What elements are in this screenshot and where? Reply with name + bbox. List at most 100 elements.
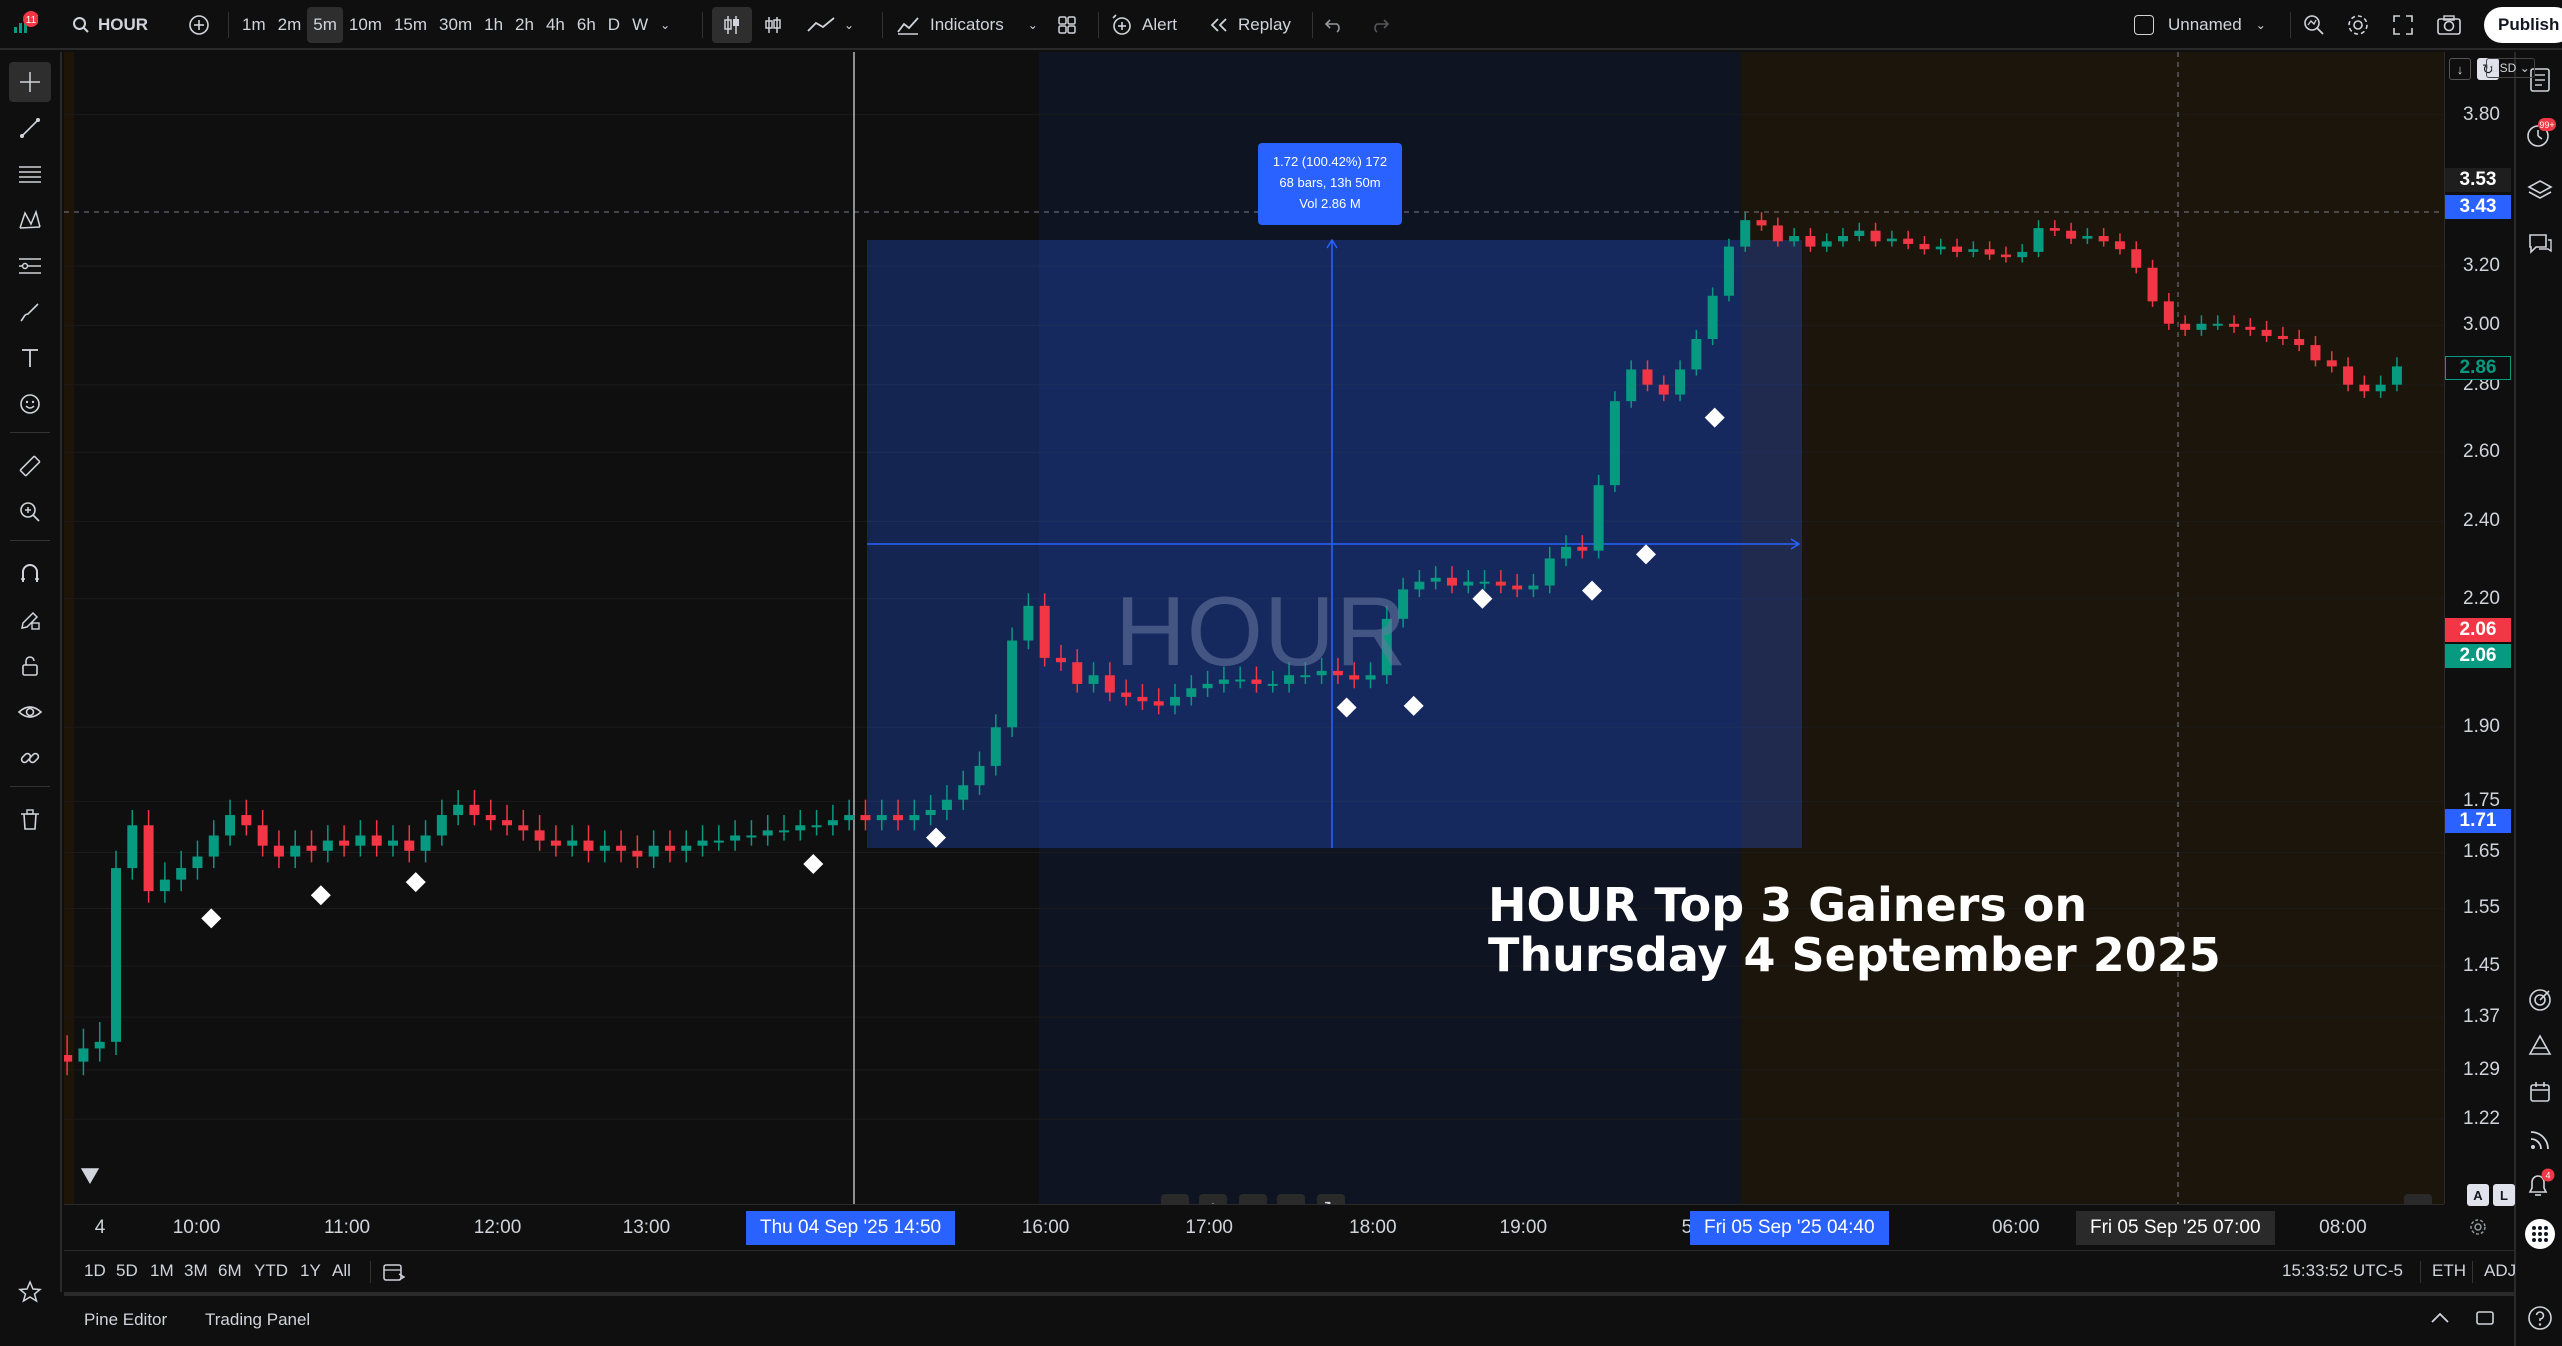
interval-1m[interactable]: 1m — [236, 7, 272, 43]
interval-dropdown-chevron-icon[interactable]: ⌄ — [654, 7, 676, 43]
log-scale-button[interactable]: L — [2493, 1184, 2515, 1206]
interval-4h[interactable]: 4h — [540, 7, 571, 43]
icon-tool[interactable] — [9, 384, 51, 424]
forecast-tool[interactable] — [9, 246, 51, 286]
price-label: 2.06 — [2445, 644, 2511, 669]
currency-selector[interactable]: USD ⌄ — [2486, 58, 2535, 78]
price-tick: 3.00 — [2463, 314, 2500, 336]
trend-line-tool[interactable] — [9, 108, 51, 148]
news-button[interactable] — [2522, 1122, 2558, 1158]
hide-drawings[interactable] — [9, 692, 51, 732]
range-3m[interactable]: 3M — [184, 1261, 208, 1281]
tv-logo-icon: ⯆ — [78, 1161, 102, 1194]
session-button[interactable]: ETH — [2432, 1261, 2466, 1281]
adjust-data-button[interactable]: ADJ — [2484, 1261, 2516, 1281]
alerts-clock-button[interactable]: 99+ — [2522, 116, 2558, 152]
clock-timezone[interactable]: 15:33:52 UTC-5 — [2282, 1261, 2403, 1281]
interval-w[interactable]: W — [626, 7, 654, 43]
go-to-date-button[interactable] — [382, 1261, 406, 1288]
snapshot-button[interactable] — [2436, 0, 2462, 50]
candle-body — [518, 825, 529, 831]
interval-15m[interactable]: 15m — [388, 7, 433, 43]
range-1d[interactable]: 1D — [84, 1261, 106, 1281]
pine-screener-button[interactable] — [2522, 1028, 2558, 1064]
crosshair-tool[interactable] — [9, 62, 51, 102]
measure-tool[interactable] — [9, 446, 51, 486]
magnet-tool[interactable] — [9, 554, 51, 594]
interval-30m[interactable]: 30m — [433, 7, 478, 43]
notifications-button[interactable]: 4 — [2522, 1166, 2558, 1202]
object-tree-button[interactable] — [2522, 172, 2558, 208]
collapse-panel-button[interactable] — [2428, 1308, 2452, 1333]
interval-10m[interactable]: 10m — [343, 7, 388, 43]
chart-type-candles-button[interactable] — [712, 0, 752, 50]
chart-type-line-button[interactable]: ⌄ — [806, 0, 854, 50]
fullscreen-button[interactable] — [2392, 0, 2414, 50]
chart-type-bars-button[interactable] — [762, 0, 784, 50]
range-6m[interactable]: 6M — [218, 1261, 242, 1281]
interval-5m[interactable]: 5m — [307, 7, 343, 43]
range-5d[interactable]: 5D — [116, 1261, 138, 1281]
settings-button[interactable] — [2346, 0, 2370, 50]
eye-icon — [17, 706, 43, 718]
layout-name-button[interactable]: Unnamed ⌄ — [2134, 0, 2266, 50]
range-ytd[interactable]: YTD — [254, 1261, 288, 1281]
candle-body — [1691, 338, 1702, 370]
calendar-button[interactable] — [2522, 1074, 2558, 1110]
candle-body — [1495, 581, 1506, 586]
lock-icon — [22, 656, 38, 676]
drawing-toolbar — [0, 52, 62, 1303]
pattern-tool[interactable] — [9, 200, 51, 240]
layouts-button[interactable] — [1056, 0, 1078, 50]
chats-button[interactable] — [2522, 226, 2558, 262]
account-button[interactable]: 11 — [8, 0, 38, 50]
products-button[interactable] — [2522, 1216, 2558, 1252]
text-tool[interactable] — [9, 338, 51, 378]
download-arrow-icon[interactable]: ↓ — [2449, 58, 2471, 80]
time-scale[interactable]: 4 10:00 11:00 12:00 13:00 16:00 17:00 18:00 19:0… — [64, 1204, 2486, 1250]
alert-button[interactable]: Alert — [1110, 0, 1177, 50]
favorites-tool[interactable] — [9, 1272, 51, 1312]
currency-label: USD — [2491, 61, 2517, 75]
undo-button[interactable] — [1324, 0, 1344, 50]
auto-scale-button[interactable]: A — [2467, 1184, 2489, 1206]
screener-button[interactable] — [2522, 982, 2558, 1018]
interval-2h[interactable]: 2h — [509, 7, 540, 43]
bell-badge-icon: 4 — [2528, 1168, 2555, 1196]
pine-editor-tab[interactable]: Pine Editor — [84, 1310, 167, 1330]
candle-body — [420, 835, 431, 851]
publish-button[interactable]: Publish — [2484, 7, 2562, 43]
candle-body — [1561, 546, 1572, 559]
redo-button[interactable] — [1370, 0, 1390, 50]
sync-drawings[interactable] — [9, 738, 51, 778]
trading-panel-tab[interactable]: Trading Panel — [205, 1310, 310, 1330]
title-line-1: HOUR Top 3 Gainers on — [1488, 878, 2088, 932]
symbol-search[interactable]: HOUR — [72, 0, 148, 50]
candle-body — [876, 815, 887, 821]
brush-tool[interactable] — [9, 292, 51, 332]
interval-6h[interactable]: 6h — [571, 7, 602, 43]
range-all[interactable]: All — [332, 1261, 351, 1281]
fib-tool[interactable] — [9, 154, 51, 194]
indicators-chevron-icon[interactable]: ⌄ — [1028, 18, 1038, 32]
range-1m[interactable]: 1M — [150, 1261, 174, 1281]
remove-drawings[interactable] — [9, 800, 51, 840]
interval-1h[interactable]: 1h — [478, 7, 509, 43]
replay-button[interactable]: Replay — [1208, 0, 1291, 50]
time-axis-settings-icon[interactable] — [2468, 1217, 2488, 1242]
chart-type-chevron-icon[interactable]: ⌄ — [844, 18, 854, 32]
zoom-tool[interactable] — [9, 492, 51, 532]
price-scale[interactable]: ↓ ↻ 3.80 3.20 3.00 2.80 2.60 2.40 2.20 1.90 1.75… — [2444, 52, 2515, 1206]
maximize-panel-button[interactable] — [2474, 1308, 2496, 1333]
range-1y[interactable]: 1Y — [300, 1261, 321, 1281]
help-button[interactable] — [2522, 1300, 2558, 1336]
interval-d[interactable]: D — [602, 7, 626, 43]
chart-pane[interactable]: ⯆ HOUR 1.72 (100.42%) 172 68 bars, 13h 5… — [64, 52, 2444, 1222]
quick-search-button[interactable] — [2302, 0, 2326, 50]
indicators-button[interactable]: Indicators ⌄ — [896, 0, 1038, 50]
stay-in-drawing-mode[interactable] — [9, 600, 51, 640]
candle-body — [2375, 384, 2386, 392]
lock-drawings[interactable] — [9, 646, 51, 686]
compare-button[interactable] — [188, 0, 210, 50]
interval-2m[interactable]: 2m — [272, 7, 308, 43]
